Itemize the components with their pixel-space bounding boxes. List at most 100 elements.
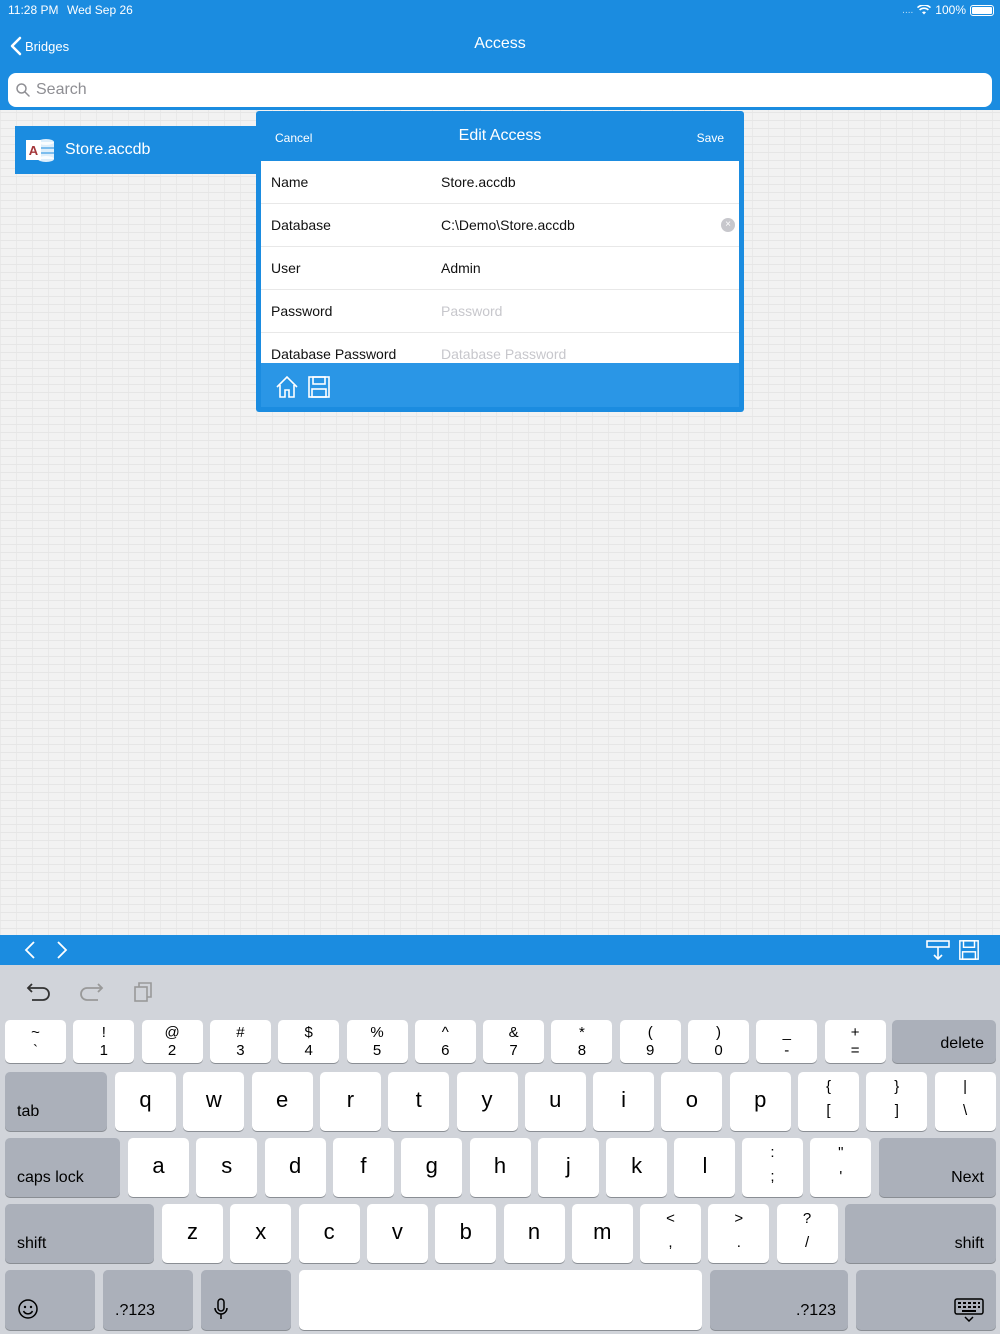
key-h[interactable]: h <box>469 1138 531 1197</box>
delete-key[interactable]: delete <box>892 1020 996 1063</box>
list-item-store[interactable]: A Store.accdb <box>15 126 260 174</box>
key-u[interactable]: u <box>524 1072 586 1131</box>
emoji-key[interactable] <box>5 1270 95 1330</box>
key-`[interactable]: ~ ` <box>5 1020 66 1063</box>
save-icon[interactable] <box>958 939 980 961</box>
key-t[interactable]: t <box>388 1072 450 1131</box>
key-base-label: \ <box>963 1102 968 1119</box>
user-field[interactable] <box>441 260 721 276</box>
key-=[interactable]: + = <box>824 1020 886 1063</box>
key-base-label: = <box>850 1042 860 1059</box>
key-sym-r4-2[interactable]: ? / <box>776 1204 838 1263</box>
key-label: f <box>360 1152 367 1178</box>
key-d[interactable]: d <box>264 1138 326 1197</box>
key-shift-label: ^ <box>441 1024 449 1041</box>
key-8[interactable]: * 8 <box>551 1020 613 1063</box>
search-icon <box>16 83 30 97</box>
numbers-key-right[interactable]: .?123 <box>710 1270 848 1330</box>
redo-icon[interactable] <box>78 981 104 1003</box>
database-field[interactable] <box>441 217 721 233</box>
key-k[interactable]: k <box>606 1138 668 1197</box>
database-password-field[interactable] <box>441 346 721 362</box>
key-shift-label: { <box>825 1078 831 1095</box>
key-shift-label: : <box>770 1144 775 1161</box>
key-p[interactable]: p <box>729 1072 791 1131</box>
key-s[interactable]: s <box>196 1138 258 1197</box>
key-7[interactable]: & 7 <box>483 1020 545 1063</box>
key-n[interactable]: n <box>503 1204 565 1263</box>
key-w[interactable]: w <box>183 1072 245 1131</box>
key-b[interactable]: b <box>435 1204 497 1263</box>
key-][interactable]: }] <box>866 1072 928 1131</box>
key-9[interactable]: (9 <box>619 1020 681 1063</box>
key-2[interactable]: @2 <box>141 1020 203 1063</box>
key-0[interactable]: ) 0 <box>688 1020 749 1063</box>
key-\[interactable]: | \ <box>934 1072 996 1131</box>
key-label: o <box>685 1086 699 1112</box>
key-v[interactable]: v <box>366 1204 428 1263</box>
key-label: m <box>593 1218 612 1244</box>
search-input[interactable] <box>36 81 936 99</box>
search-bar[interactable] <box>8 73 992 107</box>
dictation-key[interactable] <box>201 1270 291 1330</box>
space-key[interactable] <box>299 1270 702 1330</box>
key-o[interactable]: o <box>661 1072 723 1131</box>
key-shift-label: ) <box>716 1024 721 1041</box>
key-r[interactable]: r <box>319 1072 381 1131</box>
key-e[interactable]: e <box>251 1072 313 1131</box>
key-3[interactable]: #3 <box>209 1020 271 1063</box>
form-row-name: Name <box>261 161 739 204</box>
key-x[interactable]: x <box>230 1204 292 1263</box>
key-label: z <box>187 1218 198 1244</box>
home-icon[interactable] <box>275 375 299 399</box>
save-icon[interactable] <box>307 375 331 399</box>
key--[interactable]: _ - <box>756 1020 818 1063</box>
key-label: b <box>459 1218 472 1244</box>
key-sym-1[interactable]: " ' <box>810 1138 872 1197</box>
key-a[interactable]: a <box>128 1138 189 1197</box>
key-label: w <box>205 1086 222 1112</box>
key-base-label: 3 <box>236 1042 245 1059</box>
key-c[interactable]: c <box>298 1204 360 1263</box>
save-button[interactable]: Save <box>697 131 724 145</box>
key-shift-label: | <box>963 1078 968 1095</box>
key-base-label: 6 <box>441 1042 450 1059</box>
clear-icon[interactable]: × <box>721 218 735 232</box>
key-1[interactable]: ! 1 <box>73 1020 135 1063</box>
undo-icon[interactable] <box>26 981 52 1003</box>
key-y[interactable]: y <box>456 1072 518 1131</box>
key-sym-r4-0[interactable]: <, <box>640 1204 701 1263</box>
numbers-key-left[interactable]: .?123 <box>103 1270 193 1330</box>
insert-field-icon[interactable] <box>926 939 950 961</box>
key-4[interactable]: $4 <box>278 1020 340 1063</box>
key-[[interactable]: {[ <box>798 1072 859 1131</box>
key-j[interactable]: j <box>537 1138 599 1197</box>
key-l[interactable]: l <box>674 1138 736 1197</box>
next-key[interactable]: Next <box>879 1138 996 1197</box>
header-bar: 11:28 PM Wed Sep 26 .... 100% Bridges Ac… <box>0 0 1000 110</box>
key-5[interactable]: % 5 <box>346 1020 408 1063</box>
key-i[interactable]: i <box>593 1072 655 1131</box>
key-m[interactable]: m <box>571 1204 633 1263</box>
key-sym-0[interactable]: :; <box>742 1138 803 1197</box>
key-q[interactable]: q <box>115 1072 176 1131</box>
shift-left-key[interactable]: shift <box>5 1204 154 1263</box>
chevron-left-icon[interactable] <box>22 940 38 960</box>
shift-right-key[interactable]: shift <box>845 1204 996 1263</box>
key-6[interactable]: ^ 6 <box>414 1020 476 1063</box>
dismiss-keyboard-key[interactable] <box>856 1270 996 1330</box>
caps-lock-key[interactable]: caps lock <box>5 1138 120 1197</box>
status-date: Wed Sep 26 <box>67 3 133 17</box>
key-z[interactable]: z <box>162 1204 223 1263</box>
key-label: x <box>255 1218 267 1244</box>
key-label: caps lock <box>17 1169 84 1186</box>
tab-key[interactable]: tab <box>5 1072 107 1131</box>
name-field[interactable] <box>441 174 721 190</box>
key-sym-r4-1[interactable]: >. <box>708 1204 770 1263</box>
paste-icon[interactable] <box>132 981 154 1003</box>
key-f[interactable]: f <box>332 1138 394 1197</box>
chevron-right-icon[interactable] <box>54 940 70 960</box>
key-g[interactable]: g <box>401 1138 463 1197</box>
password-field[interactable] <box>441 303 721 319</box>
name-label: Name <box>271 174 309 190</box>
